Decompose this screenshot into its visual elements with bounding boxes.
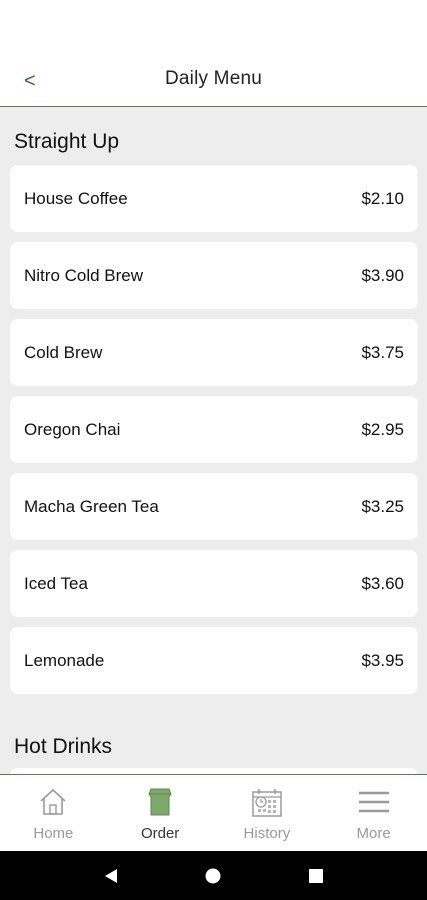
nav-label-history: History xyxy=(243,825,291,842)
item-price: $2.95 xyxy=(361,419,404,439)
triangle-back-icon xyxy=(105,868,118,883)
item-price: $3.95 xyxy=(361,650,404,670)
nav-history[interactable]: History xyxy=(214,775,321,851)
page-title: Daily Menu xyxy=(164,68,263,89)
section-title-straight-up: Straight Up xyxy=(14,130,120,153)
header-bar: < Daily Menu xyxy=(0,0,427,107)
item-name: Macha Green Tea xyxy=(24,496,159,516)
item-name: Iced Tea xyxy=(24,573,88,593)
bottom-nav: Home Order History More xyxy=(0,774,427,851)
nav-label-home: Home xyxy=(33,825,74,842)
system-back-button[interactable] xyxy=(99,864,123,888)
history-calendar-icon xyxy=(252,789,282,817)
circle-home-icon xyxy=(205,868,221,883)
menu-icon xyxy=(358,791,389,813)
menu-item-lemonade[interactable]: Lemonade $3.95 xyxy=(10,627,418,694)
menu-list[interactable]: Straight Up House Coffee $2.10 Nitro Col… xyxy=(0,108,427,774)
square-recents-icon xyxy=(308,868,323,883)
item-price: $3.25 xyxy=(361,496,404,516)
item-name: Cold Brew xyxy=(24,342,103,362)
menu-item-cold-brew[interactable]: Cold Brew $3.75 xyxy=(10,319,418,386)
item-name: House Coffee xyxy=(24,188,128,208)
system-home-button[interactable] xyxy=(201,864,225,888)
item-price: $3.75 xyxy=(361,342,404,362)
order-bag-icon xyxy=(148,788,172,816)
app-screen: < Daily Menu Straight Up House Coffee $2… xyxy=(0,0,427,900)
menu-item-oregon-chai[interactable]: Oregon Chai $2.95 xyxy=(10,396,418,463)
nav-label-more: More xyxy=(356,825,391,842)
home-icon xyxy=(40,788,66,815)
menu-item-iced-tea[interactable]: Iced Tea $3.60 xyxy=(10,550,418,617)
item-name: Lemonade xyxy=(24,650,105,670)
system-navigation-bar xyxy=(0,851,427,900)
item-price: $2.10 xyxy=(361,188,404,208)
nav-order[interactable]: Order xyxy=(107,775,214,851)
item-name: Nitro Cold Brew xyxy=(24,265,144,285)
section-title-hot-drinks: Hot Drinks xyxy=(14,735,113,758)
item-price: $3.60 xyxy=(361,573,404,593)
nav-label-order: Order xyxy=(140,825,180,842)
menu-item-nitro-cold-brew[interactable]: Nitro Cold Brew $3.90 xyxy=(10,242,418,309)
system-recents-button[interactable] xyxy=(304,864,328,888)
nav-more[interactable]: More xyxy=(320,775,427,851)
menu-item-macha-green-tea[interactable]: Macha Green Tea $3.25 xyxy=(10,473,418,540)
item-name: Oregon Chai xyxy=(24,419,121,439)
menu-item-house-coffee[interactable]: House Coffee $2.10 xyxy=(10,165,418,232)
item-price: $3.90 xyxy=(361,265,404,285)
nav-home[interactable]: Home xyxy=(0,775,107,851)
